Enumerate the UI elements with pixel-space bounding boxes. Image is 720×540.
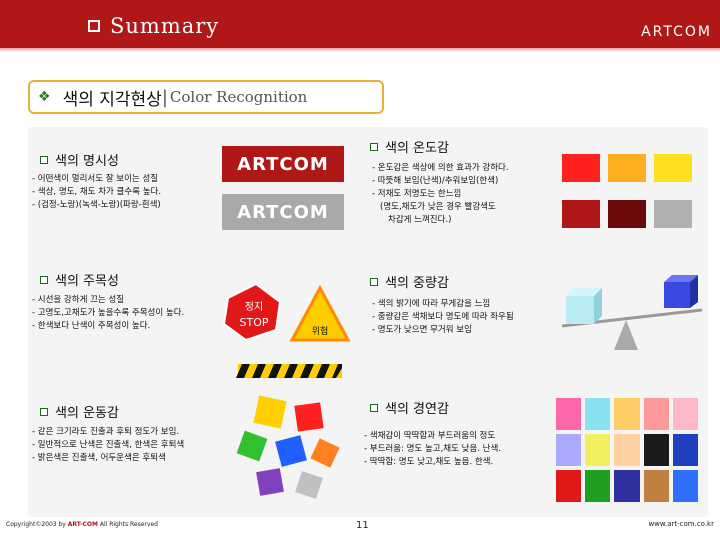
artcom-gray-sample: ARTCOM	[222, 194, 344, 230]
section-body-attention: - 시선을 강하게 끄는 성질 - 고명도,고채도가 높을수록 주목성이 높다.…	[32, 295, 185, 331]
hardness-swatch	[643, 398, 669, 430]
header-title-text: Summary	[110, 14, 220, 38]
main-title-english: Color Recognition	[169, 88, 308, 106]
main-title-separator: |	[161, 86, 168, 108]
page-number: 11	[356, 520, 369, 531]
cool-swatch-dark-red	[562, 200, 600, 228]
main-title-box: ❖ 색의 지각현상 | Color Recognition	[28, 80, 384, 114]
section-title-visibility: 색의 명시성	[40, 150, 119, 169]
hardness-swatch	[614, 398, 640, 430]
hardness-swatch	[672, 470, 698, 502]
square-bullet-icon	[40, 407, 48, 416]
balance-scale-illustration	[561, 275, 703, 350]
hardness-swatch	[614, 470, 640, 502]
heavy-cube-icon	[664, 275, 698, 308]
hardness-swatch-grid	[556, 398, 698, 502]
section-body-temperature: - 온도감은 색상에 의한 효과가 강하다. - 따뜻해 보임(난색)/추워보임…	[372, 163, 509, 225]
light-cube-icon	[566, 288, 602, 324]
motion-square-red	[294, 402, 324, 432]
section-body-visibility: - 어떤색이 멀리서도 잘 보이는 성질 - 색상, 명도, 채도 차가 클수록…	[32, 174, 162, 210]
diamond-bullet-icon: ❖	[38, 89, 51, 105]
motion-square-green	[236, 430, 268, 462]
warm-swatch-orange	[608, 154, 646, 182]
hardness-swatch	[672, 434, 698, 466]
header-brand: ARTCOM	[641, 24, 712, 40]
footer-url: www.art-com.co.kr	[648, 520, 714, 528]
main-title-korean: 색의 지각현상	[62, 89, 162, 110]
traffic-signs-illustration: 정지 STOP 위험	[222, 282, 350, 378]
section-title-attention: 색의 주목성	[40, 270, 119, 289]
section-body-hardness: - 색채감이 딱딱함과 부드러움의 정도 - 부드러움: 명도 높고,채도 낮음…	[364, 431, 502, 467]
header-title: Summary	[88, 14, 219, 38]
warm-swatch-red	[562, 154, 600, 182]
motion-square-purple	[256, 468, 284, 496]
hardness-swatch	[556, 470, 582, 502]
hardness-swatch	[672, 398, 698, 430]
hardness-swatch	[614, 434, 640, 466]
hardness-swatch	[643, 470, 669, 502]
cool-swatch-gray	[654, 200, 692, 228]
footer-copyright: Copyright©2003 by ART-COM All Rights Res…	[6, 521, 158, 528]
hardness-swatch	[585, 470, 611, 502]
motion-square-yellow	[253, 395, 287, 429]
section-body-motion: - 같은 크기라도 진출과 후퇴 정도가 보임. - 일반적으로 난색은 진출색…	[32, 427, 185, 463]
square-bullet-icon	[370, 277, 378, 286]
section-title-motion: 색의 운동감	[40, 402, 119, 421]
artcom-red-sample: ARTCOM	[222, 146, 344, 182]
section-title-hardness: 색의 경연감	[370, 398, 449, 417]
cool-swatch-maroon	[608, 200, 646, 228]
stop-sign-line2: STOP	[240, 316, 269, 329]
section-body-weight: - 색의 밝기에 따라 무게감을 느낌 - 중량감은 색채보다 명도에 따라 좌…	[372, 299, 514, 335]
section-title-temperature: 색의 온도감	[370, 137, 449, 156]
hardness-swatch	[585, 434, 611, 466]
slide: Summary ARTCOM ❖ 색의 지각현상 | Color Recogni…	[0, 0, 720, 540]
balance-fulcrum	[614, 320, 638, 350]
caution-stripe-bar	[236, 364, 342, 378]
square-bullet-icon	[370, 403, 378, 412]
header-fade	[0, 48, 720, 52]
section-title-weight: 색의 중량감	[370, 272, 449, 291]
caution-sign-text: 위험	[312, 326, 329, 337]
moving-squares-illustration	[236, 395, 340, 499]
motion-square-gray	[295, 471, 323, 499]
hardness-swatch	[556, 434, 582, 466]
square-bullet-icon	[88, 20, 100, 32]
stop-sign-line1: 정지	[245, 301, 263, 313]
warm-swatch-yellow	[654, 154, 692, 182]
hardness-swatch	[556, 398, 582, 430]
hardness-swatch	[643, 434, 669, 466]
square-bullet-icon	[40, 275, 48, 284]
hardness-swatch	[585, 398, 611, 430]
motion-square-orange	[310, 438, 340, 468]
square-bullet-icon	[370, 142, 378, 151]
square-bullet-icon	[40, 155, 48, 164]
motion-square-blue	[275, 435, 307, 467]
